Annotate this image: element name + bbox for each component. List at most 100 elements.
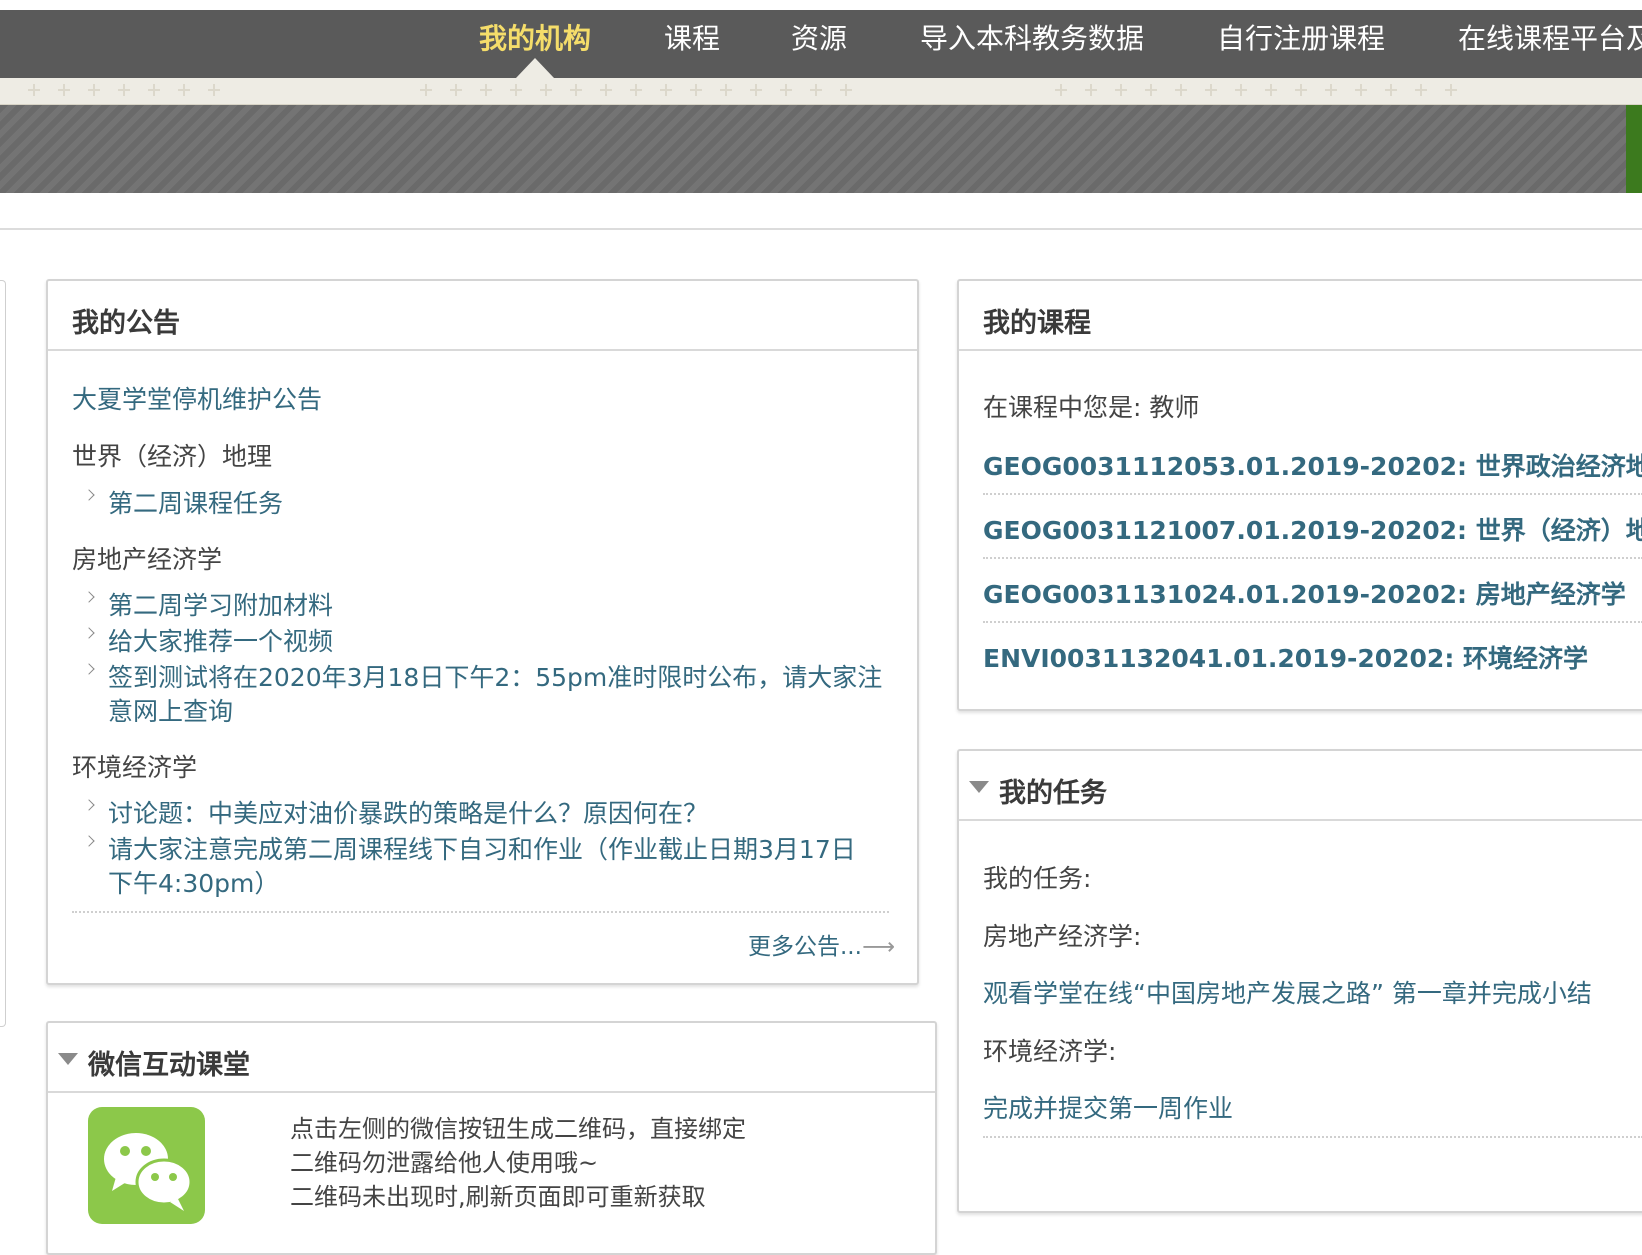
course-link[interactable]: GEOG0031121007.01.2019-20202: 世界（经济）地理 [983,511,1642,547]
decor-plus [1145,84,1157,96]
decor-plus [208,84,220,96]
announcement-link[interactable]: 签到测试将在2020年3月18日下午2：55pm准时限时公布，请大家注 [108,658,882,694]
nav-tab-resources[interactable]: 资源 [791,10,847,78]
chevron-right-icon [83,489,95,501]
decor-plus [1445,84,1457,96]
decor-plus [450,84,462,96]
announcement-link[interactable]: 给大家推荐一个视频 [108,622,333,658]
decor-plus [1385,84,1397,96]
chevron-right-icon [83,663,95,675]
nav-tab-online-platform[interactable]: 在线课程平台及 [1458,10,1642,78]
more-announcements-label: 更多公告... [748,934,862,960]
task-link[interactable]: 观看学堂在线“中国房地产发展之路” 第一章并完成小结 [983,974,1592,1010]
decor-plus [480,84,492,96]
announcement-link[interactable]: 讨论题：中美应对油价暴跌的策略是什么？原因何在？ [108,794,708,830]
courses-header: 我的课程 [959,281,1642,351]
decor-plus [28,84,40,96]
decor-plus [118,84,130,96]
task-course-name: 环境经济学: [983,1037,1117,1066]
decor-plus [720,84,732,96]
chevron-right-icon [83,799,95,811]
announcement-course-name: 世界（经济）地理 [72,442,273,471]
wechat-instruction: 点击左侧的微信按钮生成二维码，直接绑定 [290,1115,746,1143]
tasks-title: 我的任务 [999,778,1107,809]
divider [72,911,889,913]
decor-plus [750,84,762,96]
decor-plus [600,84,612,96]
decor-plus [1055,84,1067,96]
announcement-link[interactable]: 请大家注意完成第二周课程线下自习和作业（作业截止日期3月17日 [108,830,856,866]
decor-plus [1235,84,1247,96]
divider [983,557,1642,559]
decor-plus [510,84,522,96]
decor-plus [1265,84,1277,96]
divider [983,621,1642,623]
course-link[interactable]: GEOG0031112053.01.2019-20202: 世界政治经济地理 [983,447,1642,483]
wechat-header: 微信互动课堂 [48,1023,935,1093]
announcement-link-continued[interactable]: 意网上查询 [108,692,233,728]
decor-plus [420,84,432,96]
announcements-block: 我的公告 大夏学堂停机维护公告 世界（经济）地理 第二周课程任务 房地产经济学 … [46,279,919,985]
wechat-block: 微信互动课堂 点击左侧的微信按钮生成二维码，直接绑定 二维码勿泄露给他人使用哦~… [46,1021,937,1255]
chevron-right-icon [83,835,95,847]
decor-plus [630,84,642,96]
tasks-intro: 我的任务: [983,864,1092,893]
decor-plus [1295,84,1307,96]
decor-plus [660,84,672,96]
header-banner [0,105,1626,193]
decor-plus [1115,84,1127,96]
chevron-right-icon [83,591,95,603]
collapse-triangle-icon[interactable] [969,781,989,793]
decor-plus [148,84,160,96]
nav-tab-courses[interactable]: 课程 [664,10,720,78]
chevron-right-icon [83,627,95,639]
wechat-icon [104,1133,193,1211]
top-navigation: 我的机构 课程 资源 导入本科教务数据 自行注册课程 在线课程平台及 [0,10,1642,78]
header-divider [0,228,1642,230]
wechat-title: 微信互动课堂 [88,1050,250,1081]
announcement-course-name: 房地产经济学 [72,545,223,574]
left-column-edge [0,280,6,1027]
more-announcements-link[interactable]: 更多公告...⟶ [748,927,895,961]
course-link[interactable]: ENVI0031132041.01.2019-20202: 环境经济学 [983,639,1588,675]
decor-plus [1205,84,1217,96]
wechat-instruction: 二维码未出现时,刷新页面即可重新获取 [290,1183,706,1211]
announcements-header: 我的公告 [48,281,917,351]
courses-block: 我的课程 在课程中您是: 教师 GEOG0031112053.01.2019-2… [957,279,1642,711]
active-tab-pointer [516,58,554,78]
decor-plus [540,84,552,96]
divider [983,493,1642,495]
decor-plus [810,84,822,96]
announcement-link-continued[interactable]: 下午4:30pm） [108,864,279,900]
announcement-link[interactable]: 第二周课程任务 [108,484,283,520]
decor-plus [1355,84,1367,96]
collapse-triangle-icon[interactable] [58,1053,78,1065]
announcement-course-name: 环境经济学 [72,753,198,782]
nav-tab-self-enroll[interactable]: 自行注册课程 [1217,10,1385,78]
divider [983,1136,1642,1138]
tasks-header: 我的任务 [959,751,1642,821]
announcement-link[interactable]: 第二周学习附加材料 [108,586,333,622]
decor-plus [1325,84,1337,96]
decor-plus [1415,84,1427,96]
banner-edge-accent [1626,105,1642,193]
decor-plus [58,84,70,96]
decor-plus [690,84,702,96]
course-role-label: 在课程中您是: 教师 [983,393,1200,422]
wechat-button[interactable] [88,1107,205,1224]
announcements-title: 我的公告 [72,308,180,339]
announcement-link-maintenance[interactable]: 大夏学堂停机维护公告 [72,380,322,416]
nav-tab-import-data[interactable]: 导入本科教务数据 [920,10,1144,78]
decor-plus [840,84,852,96]
decor-plus [780,84,792,96]
courses-title: 我的课程 [983,308,1091,339]
wechat-instruction: 二维码勿泄露给他人使用哦~ [290,1149,599,1177]
tasks-block: 我的任务 我的任务: 房地产经济学: 观看学堂在线“中国房地产发展之路” 第一章… [957,749,1642,1213]
nav-stitch-strip [0,78,1642,105]
decor-plus [88,84,100,96]
course-link[interactable]: GEOG0031131024.01.2019-20202: 房地产经济学 [983,575,1626,611]
task-course-name: 房地产经济学: [983,922,1142,951]
decor-plus [570,84,582,96]
task-link[interactable]: 完成并提交第一周作业 [983,1089,1233,1125]
arrow-right-icon: ⟶ [861,934,895,960]
